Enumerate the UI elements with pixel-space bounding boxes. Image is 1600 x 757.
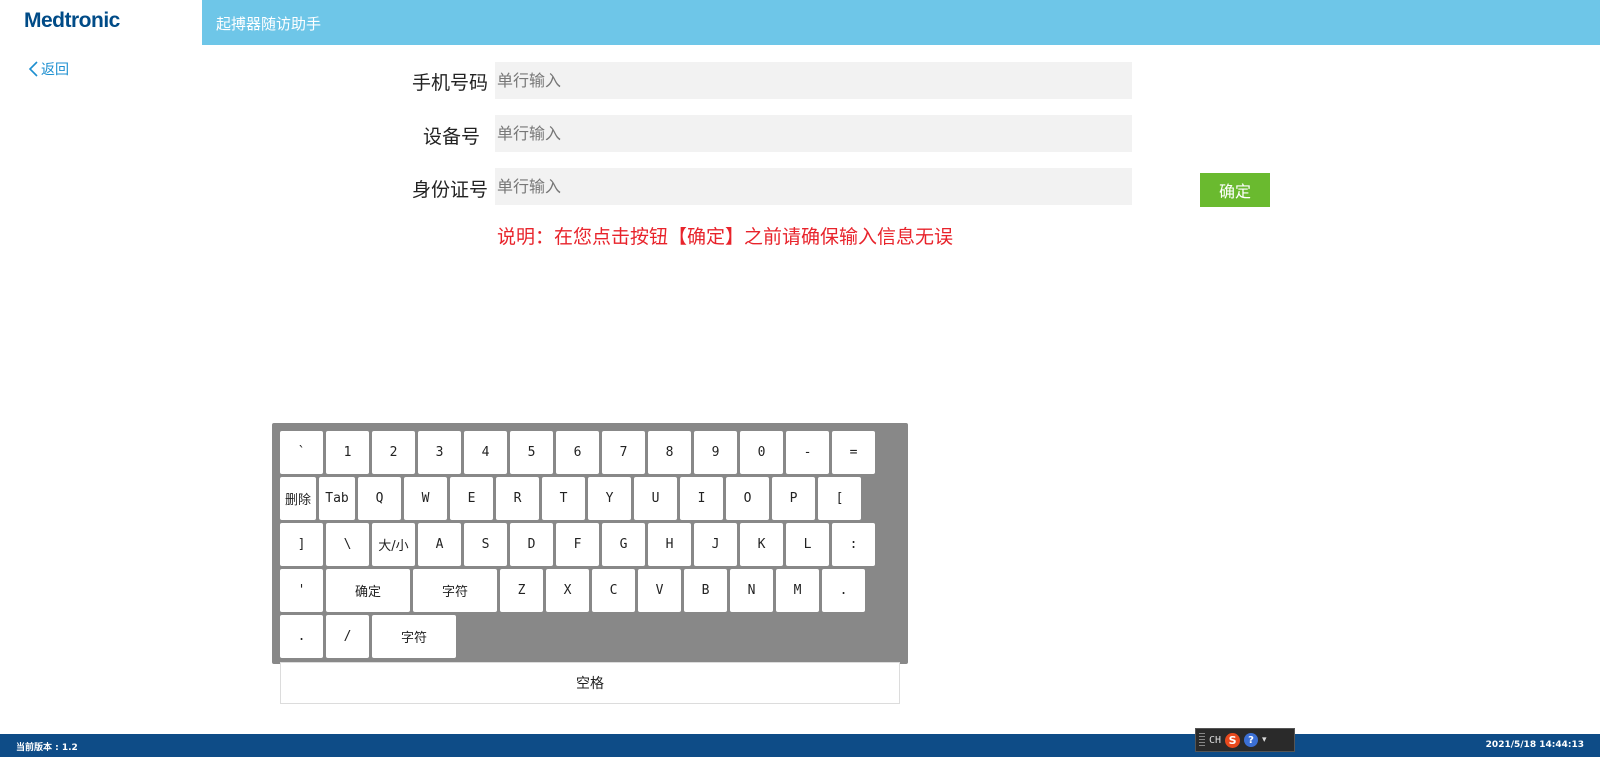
- key-t[interactable]: T: [542, 477, 585, 520]
- device-id-input[interactable]: [495, 115, 1132, 152]
- help-icon[interactable]: ?: [1244, 733, 1259, 747]
- chevron-left-icon: [28, 61, 38, 77]
- app-header: Medtronic 起搏器随访助手: [0, 0, 1600, 45]
- key-o[interactable]: O: [726, 477, 769, 520]
- key-tab[interactable]: Tab: [319, 477, 355, 520]
- instruction-note: 说明：在您点击按钮【确定】之前请确保输入信息无误: [497, 226, 954, 248]
- key-e[interactable]: E: [450, 477, 493, 520]
- key-b[interactable]: B: [684, 569, 727, 612]
- virtual-keyboard: ` 1 2 3 4 5 6 7 8 9 0 - = 删除 Tab Q W E R…: [272, 423, 908, 664]
- key-delete[interactable]: 删除: [280, 477, 316, 520]
- key-l[interactable]: L: [786, 523, 829, 566]
- drag-handle-icon[interactable]: [1199, 733, 1205, 747]
- key-z[interactable]: Z: [500, 569, 543, 612]
- key-5[interactable]: 5: [510, 431, 553, 474]
- key-minus[interactable]: -: [786, 431, 829, 474]
- back-button[interactable]: 返回: [28, 59, 69, 79]
- key-9[interactable]: 9: [694, 431, 737, 474]
- id-card-input[interactable]: [495, 168, 1132, 205]
- logo-container: Medtronic: [0, 0, 202, 45]
- app-title: 起搏器随访助手: [216, 15, 322, 33]
- space-key[interactable]: 空格: [280, 662, 900, 704]
- sogou-icon[interactable]: S: [1225, 732, 1241, 748]
- key-7[interactable]: 7: [602, 431, 645, 474]
- key-4[interactable]: 4: [464, 431, 507, 474]
- key-p[interactable]: P: [772, 477, 815, 520]
- key-w[interactable]: W: [404, 477, 447, 520]
- key-i[interactable]: I: [680, 477, 723, 520]
- key-backslash[interactable]: \: [326, 523, 369, 566]
- key-equals[interactable]: =: [832, 431, 875, 474]
- key-slash[interactable]: /: [326, 615, 369, 658]
- key-confirm[interactable]: 确定: [326, 569, 410, 612]
- key-c[interactable]: C: [592, 569, 635, 612]
- key-6[interactable]: 6: [556, 431, 599, 474]
- key-n[interactable]: N: [730, 569, 773, 612]
- status-bar: 当前版本 : 1.2 2021/5/18 14:44:13: [0, 734, 1600, 757]
- key-q[interactable]: Q: [358, 477, 401, 520]
- medtronic-logo: Medtronic: [24, 9, 120, 32]
- key-period[interactable]: .: [822, 569, 865, 612]
- key-symbols-2[interactable]: 字符: [372, 615, 456, 658]
- key-dot[interactable]: .: [280, 615, 323, 658]
- key-right-bracket[interactable]: ]: [280, 523, 323, 566]
- key-caps[interactable]: 大/小: [372, 523, 415, 566]
- key-2[interactable]: 2: [372, 431, 415, 474]
- key-3[interactable]: 3: [418, 431, 461, 474]
- key-left-bracket[interactable]: [: [818, 477, 861, 520]
- key-apostrophe[interactable]: ': [280, 569, 323, 612]
- menu-arrow-icon[interactable]: ▾: [1262, 735, 1267, 745]
- key-d[interactable]: D: [510, 523, 553, 566]
- key-x[interactable]: X: [546, 569, 589, 612]
- key-h[interactable]: H: [648, 523, 691, 566]
- key-g[interactable]: G: [602, 523, 645, 566]
- key-symbols[interactable]: 字符: [413, 569, 497, 612]
- key-f[interactable]: F: [556, 523, 599, 566]
- ime-toolbar[interactable]: CH S ? ▾: [1195, 728, 1295, 752]
- key-r[interactable]: R: [496, 477, 539, 520]
- key-colon[interactable]: :: [832, 523, 875, 566]
- key-1[interactable]: 1: [326, 431, 369, 474]
- key-k[interactable]: K: [740, 523, 783, 566]
- datetime-text: 2021/5/18 14:44:13: [1485, 740, 1584, 750]
- back-label: 返回: [41, 62, 69, 78]
- key-v[interactable]: V: [638, 569, 681, 612]
- key-y[interactable]: Y: [588, 477, 631, 520]
- key-backtick[interactable]: `: [280, 431, 323, 474]
- id-card-label: 身份证号: [411, 179, 488, 201]
- phone-input[interactable]: [495, 62, 1132, 99]
- ime-language[interactable]: CH: [1209, 735, 1221, 746]
- key-s[interactable]: S: [464, 523, 507, 566]
- device-id-label: 设备号: [422, 126, 480, 148]
- key-m[interactable]: M: [776, 569, 819, 612]
- key-a[interactable]: A: [418, 523, 461, 566]
- confirm-button[interactable]: 确定: [1200, 173, 1270, 207]
- key-0[interactable]: 0: [740, 431, 783, 474]
- key-u[interactable]: U: [634, 477, 677, 520]
- version-text: 当前版本 : 1.2: [16, 743, 78, 753]
- key-j[interactable]: J: [694, 523, 737, 566]
- key-8[interactable]: 8: [648, 431, 691, 474]
- phone-label: 手机号码: [411, 72, 488, 94]
